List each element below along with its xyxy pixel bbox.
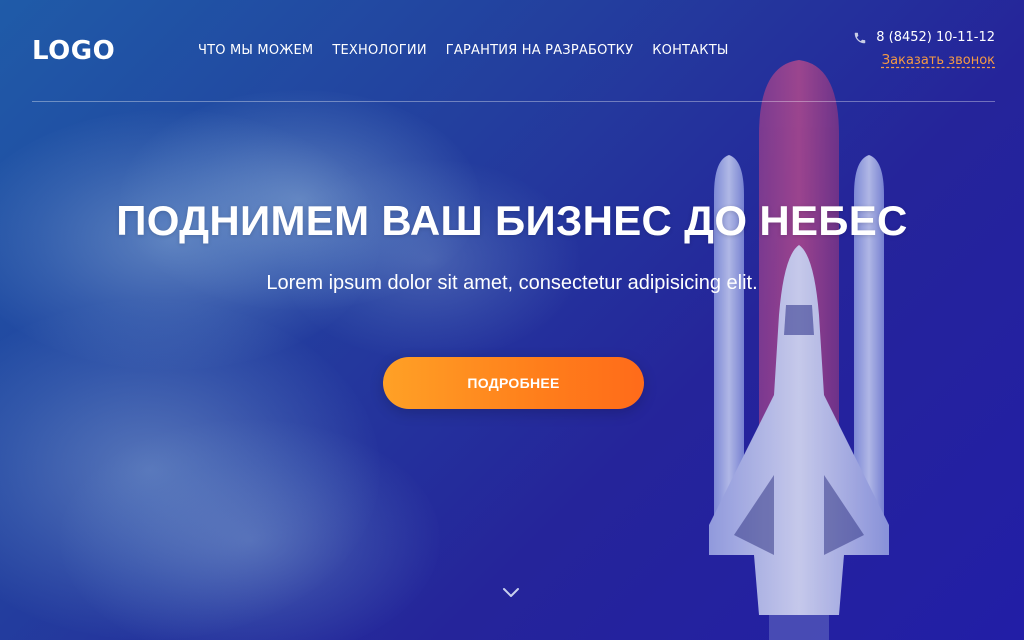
callback-link[interactable]: Заказать звонок <box>882 53 995 68</box>
hero-title: ПОДНИМЕМ ВАШ БИЗНЕС ДО НЕБЕС <box>116 197 908 244</box>
nav-item-warranty[interactable]: ГАРАНТИЯ НА РАЗРАБОТКУ <box>446 43 633 58</box>
nav-item-capabilities[interactable]: ЧТО МЫ МОЖЕМ <box>198 43 313 58</box>
more-button[interactable]: ПОДРОБНЕЕ <box>383 357 644 409</box>
nav-item-contacts[interactable]: КОНТАКТЫ <box>652 43 728 58</box>
hero-subtitle: Lorem ipsum dolor sit amet, consectetur … <box>266 272 758 294</box>
nav-item-technologies[interactable]: ТЕХНОЛОГИИ <box>332 43 426 58</box>
site-header: LOGO ЧТО МЫ МОЖЕМ ТЕХНОЛОГИИ ГАРАНТИЯ НА… <box>32 0 995 102</box>
rocket-image <box>709 60 889 640</box>
phone-number[interactable]: 8 (8452) 10-11-12 <box>876 30 995 45</box>
phone-row: 8 (8452) 10-11-12 <box>853 30 995 45</box>
phone-icon <box>854 32 866 43</box>
cloud <box>60 420 440 640</box>
contact-block: 8 (8452) 10-11-12 Заказать звонок <box>853 30 995 68</box>
main-nav: ЧТО МЫ МОЖЕМ ТЕХНОЛОГИИ ГАРАНТИЯ НА РАЗР… <box>198 43 729 58</box>
chevron-down-icon[interactable] <box>502 586 520 600</box>
cloud <box>280 160 580 360</box>
logo[interactable]: LOGO <box>32 36 115 66</box>
